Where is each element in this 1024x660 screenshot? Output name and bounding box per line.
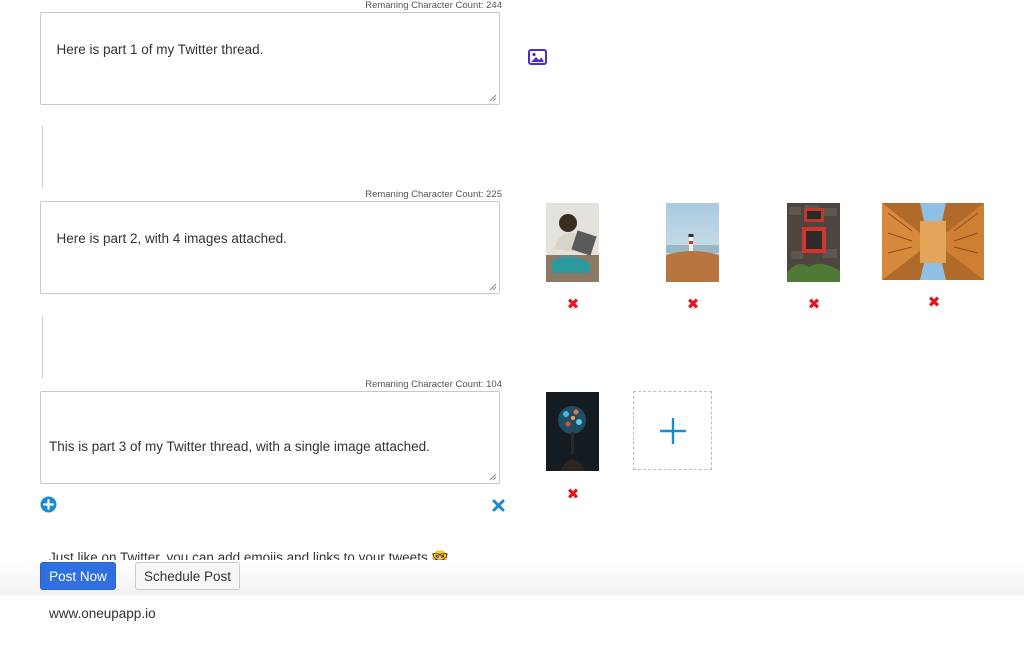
tweet-text-line: This is part 3 of my Twitter thread, wit… bbox=[49, 439, 430, 454]
tweet-textarea[interactable]: This is part 3 of my Twitter thread, wit… bbox=[40, 391, 500, 621]
resize-handle-icon[interactable] bbox=[489, 94, 497, 102]
tweet-textarea[interactable]: Here is part 1 of my Twitter thread. bbox=[40, 12, 500, 105]
remove-image-button[interactable]: ✖ bbox=[807, 297, 821, 312]
remaining-character-count: Remaning Character Count: 244 bbox=[365, 0, 502, 11]
remove-image-button[interactable]: ✖ bbox=[566, 297, 580, 312]
tweet-textarea[interactable]: Here is part 2, with 4 images attached. bbox=[40, 201, 500, 294]
resize-handle-icon[interactable] bbox=[489, 473, 497, 481]
attached-image-laptop-user bbox=[546, 203, 599, 282]
add-image-tile[interactable] bbox=[633, 391, 712, 470]
remove-image-button[interactable]: ✖ bbox=[686, 297, 700, 312]
thread-connector bbox=[42, 126, 43, 188]
attached-image-dark-bokeh bbox=[546, 392, 599, 471]
attached-image-library bbox=[882, 203, 984, 280]
post-now-button[interactable]: Post Now bbox=[40, 562, 116, 590]
tweet-link: www.oneupapp.io bbox=[49, 605, 156, 621]
attached-image-red-window bbox=[787, 203, 840, 282]
image-icon[interactable] bbox=[528, 49, 547, 65]
plus-circle-icon[interactable] bbox=[40, 496, 57, 513]
plus-icon bbox=[659, 417, 686, 444]
remove-image-button[interactable]: ✖ bbox=[566, 487, 580, 502]
resize-handle-icon[interactable] bbox=[489, 283, 497, 291]
remaining-character-count: Remaning Character Count: 225 bbox=[365, 189, 502, 200]
remaining-character-count: Remaning Character Count: 104 bbox=[365, 379, 502, 390]
thread-connector bbox=[42, 316, 43, 378]
schedule-post-button[interactable]: Schedule Post bbox=[135, 562, 240, 590]
tweet-text: Here is part 1 of my Twitter thread. bbox=[56, 41, 264, 57]
remove-image-button[interactable]: ✖ bbox=[927, 295, 941, 310]
tweet-text: Here is part 2, with 4 images attached. bbox=[56, 230, 287, 246]
attached-image-lighthouse bbox=[666, 203, 719, 282]
close-icon[interactable] bbox=[492, 499, 505, 512]
